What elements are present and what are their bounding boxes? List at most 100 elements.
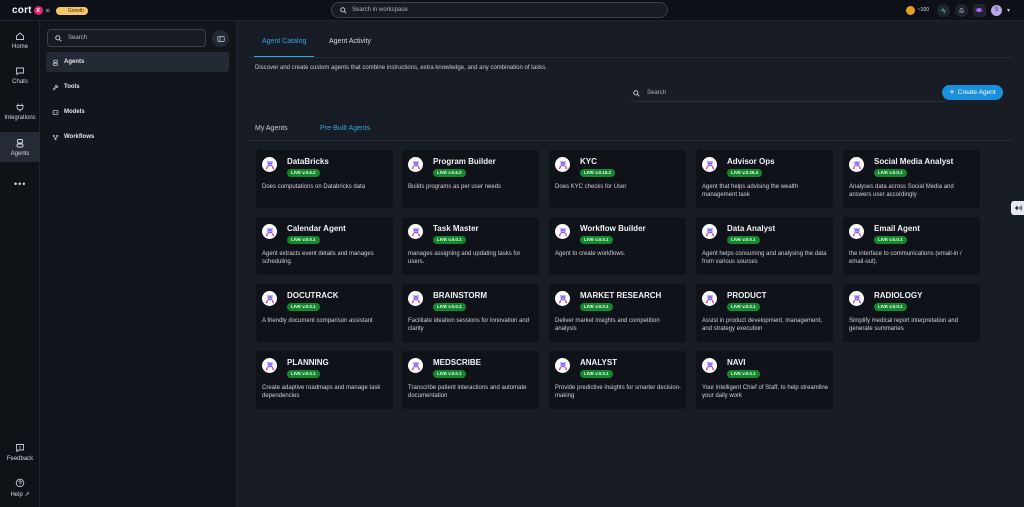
workflow-icon bbox=[52, 134, 59, 140]
agent-card[interactable]: ANALYST LIVE v.0.0.1 Provide predictive in… bbox=[549, 351, 686, 409]
agent-description: Builds programs as per user needs bbox=[408, 184, 502, 190]
agent-card[interactable]: PLANNING LIVE v.0.0.1 Create adaptive road… bbox=[256, 351, 393, 409]
tab-agent-catalog[interactable]: Agent Catalog bbox=[262, 38, 306, 45]
logo-text: cort bbox=[12, 5, 32, 16]
agent-avatar-icon bbox=[555, 358, 570, 373]
rail-item-help[interactable]: Help ↗ bbox=[0, 475, 40, 501]
agent-name: Program Builder bbox=[433, 157, 496, 166]
agent-avatar-icon bbox=[849, 224, 864, 239]
more-options-button[interactable]: ••• bbox=[14, 179, 26, 189]
external-link-icon: ↗ bbox=[24, 492, 30, 498]
agent-icon bbox=[16, 138, 24, 147]
agent-card[interactable]: Program Builder LIVE v.0.6.2 Builds progra… bbox=[402, 150, 539, 208]
rail-item-label: Agents bbox=[10, 150, 30, 157]
panel-item-label: Models bbox=[64, 109, 85, 115]
agent-avatar-icon bbox=[555, 291, 570, 306]
credits-count[interactable]: ~100 bbox=[918, 7, 929, 13]
agent-name: Data Analyst bbox=[727, 224, 776, 233]
tab-agent-activity[interactable]: Agent Activity bbox=[329, 38, 371, 45]
agent-card[interactable]: Workflow Builder LIVE v.0.0.1 Agent to cre… bbox=[549, 217, 686, 275]
rail-item-label: Chats bbox=[12, 78, 28, 85]
collapse-panel-button[interactable] bbox=[212, 30, 229, 47]
agent-version-badge: LIVE v.0.25.4 bbox=[727, 169, 763, 177]
notifications-button[interactable] bbox=[954, 3, 968, 17]
agent-card[interactable]: KYC LIVE v.0.15.2 Does KYC checks for User bbox=[549, 150, 686, 208]
agent-description: Simplify medical report interpretation a… bbox=[849, 318, 959, 332]
rail-item-chats[interactable]: Chats bbox=[0, 62, 40, 88]
main-content: Agent Catalog Agent Activity Discover an… bbox=[237, 21, 1024, 507]
agent-avatar-icon bbox=[262, 291, 277, 306]
agent-avatar-icon bbox=[555, 157, 570, 172]
panel-item-workflows[interactable]: Workflows bbox=[46, 127, 229, 147]
agent-avatar-icon bbox=[262, 224, 277, 239]
agent-card[interactable]: Task Master LIVE v.0.0.1 manages assigning… bbox=[402, 217, 539, 275]
panel-item-label: Workflows bbox=[64, 134, 95, 140]
help-icon bbox=[15, 478, 25, 488]
agent-description: Facilitate ideation sessions for innovat… bbox=[408, 318, 530, 332]
agent-description: Analyses data across Social Media and an… bbox=[849, 184, 954, 198]
agent-avatar-icon bbox=[262, 157, 277, 172]
create-agent-label: Create Agent bbox=[957, 89, 996, 96]
workspace-search-input[interactable]: Search in workspace bbox=[331, 2, 668, 18]
arrow-left-icon bbox=[1014, 205, 1022, 211]
agent-card[interactable]: Advisor Ops LIVE v.0.25.4 Agent that helps… bbox=[696, 150, 833, 208]
agent-description: manages assigning and updating tasks for… bbox=[408, 251, 521, 265]
help-label: Help bbox=[10, 492, 23, 498]
status-button[interactable] bbox=[936, 3, 950, 17]
coin-icon bbox=[905, 5, 915, 15]
chevron-down-icon[interactable]: ▾ bbox=[1007, 7, 1010, 14]
agent-name: MEDSCRIBE bbox=[433, 358, 482, 367]
agent-version-badge: LIVE v.0.0.1 bbox=[433, 303, 466, 311]
active-tab-indicator bbox=[254, 56, 314, 57]
agent-version-badge: LIVE v.0.0.1 bbox=[287, 370, 320, 378]
tab-pre-built-agents[interactable]: Pre-Built Agents bbox=[320, 125, 370, 132]
bell-icon bbox=[958, 7, 965, 13]
panel-search-input[interactable]: Search bbox=[47, 29, 206, 47]
rail-item-agents[interactable]: Agents bbox=[0, 132, 40, 162]
agent-card[interactable]: MEDSCRIBE LIVE v.0.0.1 Transcribe patient … bbox=[402, 351, 539, 409]
sub-tab-divider bbox=[249, 140, 1012, 141]
panel-item-tools[interactable]: Tools bbox=[46, 77, 229, 97]
agent-card[interactable]: Email Agent LIVE v.0.0.1 the interface to … bbox=[843, 217, 980, 275]
agent-card[interactable]: PRODUCT LIVE v.0.0.1 Assist in product dev… bbox=[696, 284, 833, 342]
model-icon bbox=[52, 109, 59, 115]
agent-version-badge: LIVE v.0.0.1 bbox=[287, 236, 320, 244]
plan-badge: ⚡ Growth bbox=[55, 6, 88, 15]
expand-drawer-button[interactable] bbox=[1011, 201, 1024, 215]
catalog-description: Discover and create custom agents that c… bbox=[255, 65, 547, 71]
agent-card[interactable]: Data Analyst LIVE v.0.0.1 Agent helps cons… bbox=[696, 217, 833, 275]
agent-version-badge: LIVE v.0.0.1 bbox=[727, 370, 760, 378]
rail-item-feedback[interactable]: Feedback bbox=[0, 439, 40, 465]
agent-version-badge: LIVE v.0.0.1 bbox=[433, 370, 466, 378]
agent-card[interactable]: NAVI LIVE v.0.0.1 Your intelligent Chief o… bbox=[696, 351, 833, 409]
tab-my-agents[interactable]: My Agents bbox=[255, 125, 288, 132]
agent-name: BRAINSTORM bbox=[433, 291, 488, 300]
rail-item-integrations[interactable]: Integrations bbox=[0, 98, 40, 124]
agent-card[interactable]: DataBricks LIVE v.0.6.2 Does computations … bbox=[256, 150, 393, 208]
brand-logo[interactable]: cort x ai ⚡ Growth bbox=[12, 5, 88, 16]
agent-avatar-icon bbox=[555, 224, 570, 239]
agent-icon bbox=[53, 59, 58, 66]
agent-card[interactable]: BRAINSTORM LIVE v.0.0.1 Facilitate ideatio… bbox=[402, 284, 539, 342]
rail-item-label: Feedback bbox=[6, 455, 34, 462]
agent-name: RADIOLOGY bbox=[874, 291, 923, 300]
panel-item-models[interactable]: Models bbox=[46, 102, 229, 122]
rail-item-home[interactable]: Home bbox=[0, 27, 40, 53]
user-avatar[interactable]: S bbox=[990, 4, 1002, 16]
robot-icon bbox=[975, 8, 983, 12]
agent-card[interactable]: MARKET RESEARCH LIVE v.0.0.1 Deliver marke… bbox=[549, 284, 686, 342]
agent-card[interactable]: DOCUTRACK LIVE v.0.0.1 A friendly document… bbox=[256, 284, 393, 342]
agent-card[interactable]: Social Media Analyst LIVE v.0.0.1 Analyses… bbox=[843, 150, 980, 208]
agent-name: Advisor Ops bbox=[727, 157, 775, 166]
agent-version-badge: LIVE v.0.0.1 bbox=[874, 236, 907, 244]
agent-description: Create adaptive roadmaps and manage task… bbox=[262, 385, 381, 399]
agent-card[interactable]: Calendar Agent LIVE v.0.0.1 Agent extracts… bbox=[256, 217, 393, 275]
agent-name: Calendar Agent bbox=[287, 224, 346, 233]
agent-avatar-icon bbox=[702, 358, 717, 373]
top-bar: cort x ai ⚡ Growth Search in workspace ~… bbox=[0, 0, 1024, 21]
agent-card[interactable]: RADIOLOGY LIVE v.0.0.1 Simplify medical re… bbox=[843, 284, 980, 342]
org-logo[interactable] bbox=[972, 3, 986, 17]
panel-item-agents[interactable]: Agents bbox=[46, 52, 229, 72]
lightning-icon: ⚡ bbox=[59, 7, 66, 14]
create-agent-button[interactable]: + Create Agent bbox=[942, 85, 1003, 100]
